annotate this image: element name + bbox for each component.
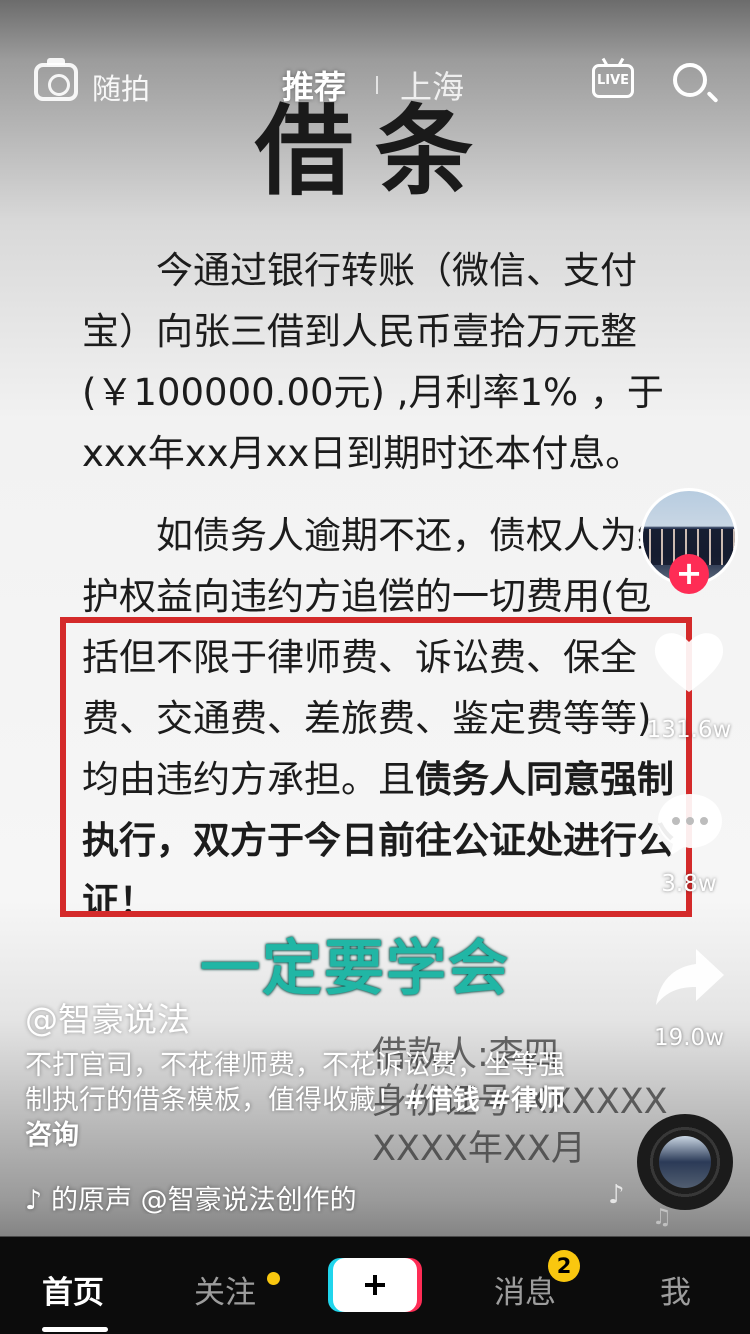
follow-update-dot <box>267 1272 280 1285</box>
search-icon[interactable] <box>673 63 707 97</box>
share-count: 19.0w <box>653 1025 725 1051</box>
comment-bubble-icon[interactable] <box>654 788 726 860</box>
comment-count: 3.8w <box>661 871 717 897</box>
overlay-headline: 一定要学会 <box>200 934 510 1004</box>
share-arrow-icon[interactable] <box>652 945 728 1011</box>
video-frame[interactable]: 借条 今通过银行转账（微信、支付宝）向张三借到人民币壹拾万元整(￥100000.… <box>0 0 750 1334</box>
like-count: 131.6w <box>646 717 732 743</box>
music-disc-cover <box>659 1136 711 1188</box>
tab-location[interactable]: 上海 <box>400 62 464 108</box>
music-note-icon: ♫ <box>652 1205 672 1230</box>
description-text: 不打官司，不花律师费，不花诉讼费，坐等强制执行的借条模板，值得收藏！ <box>25 1050 565 1116</box>
follow-plus-button[interactable]: + <box>669 554 709 594</box>
capture-label[interactable]: 随拍 <box>92 66 150 108</box>
like-heart-icon[interactable] <box>650 622 728 700</box>
highlight-box <box>60 617 692 917</box>
hashtag[interactable]: #借钱 <box>403 1085 480 1116</box>
active-tab-indicator <box>42 1327 108 1332</box>
music-title: 的原声 @智豪说法创作的 <box>51 1185 357 1214</box>
live-tv-icon[interactable]: LIVE <box>592 64 634 98</box>
author-handle[interactable]: @智豪说法 <box>25 993 190 1041</box>
top-bar: 随拍 推荐 上海 LIVE <box>0 0 750 170</box>
music-note-icon: ♪ <box>608 1180 625 1210</box>
tab-recommend[interactable]: 推荐 <box>282 62 346 108</box>
tiktok-note-icon: ♪ <box>25 1185 43 1214</box>
nav-messages[interactable]: 消息 <box>494 1267 556 1312</box>
music-marquee[interactable]: ♪ 的原声 @智豪说法创作的 <box>25 1178 445 1214</box>
nav-me[interactable]: 我 <box>660 1267 691 1312</box>
nav-follow[interactable]: 关注 <box>194 1267 256 1312</box>
video-description: 不打官司，不花律师费，不花诉讼费，坐等强制执行的借条模板，值得收藏！#借钱 #律… <box>25 1048 585 1153</box>
create-plus-button[interactable] <box>333 1258 417 1312</box>
document-paragraph-1: 今通过银行转账（微信、支付宝）向张三借到人民币壹拾万元整(￥100000.00元… <box>82 249 664 475</box>
nav-home[interactable]: 首页 <box>42 1267 104 1312</box>
messages-badge: 2 <box>548 1250 580 1282</box>
tab-separator <box>376 76 378 94</box>
camera-icon[interactable] <box>34 58 78 101</box>
